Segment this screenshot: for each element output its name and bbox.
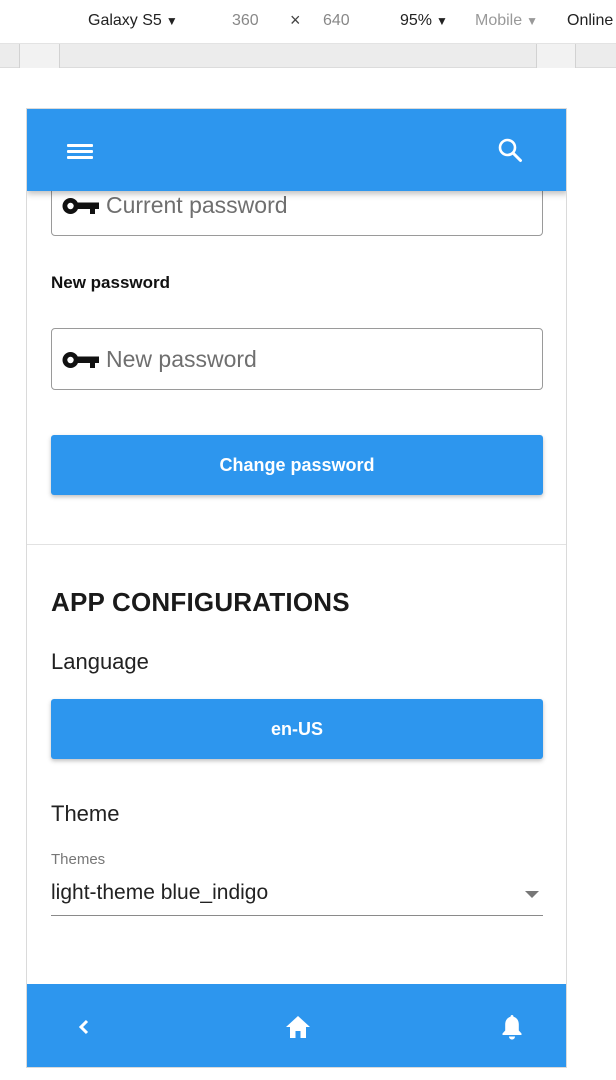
caret-down-icon: ▼ [165,14,178,28]
new-password-label: New password [51,273,171,292]
device-viewport: New password Change password APP CONFIGU… [26,108,567,1068]
dimension-separator: × [290,10,301,30]
viewport-height[interactable]: 640 [323,12,350,30]
device-name: Galaxy S5 [88,12,162,29]
theme-label: Theme [51,801,120,826]
language-label: Language [51,649,149,674]
throttle-value: Mobile [475,12,523,29]
device-select[interactable]: Galaxy S5 ▼ [88,12,178,30]
chevron-left-icon[interactable] [69,1012,99,1042]
theme-select-value: light-theme blue_indigo [51,881,269,904]
select-underline [51,915,543,916]
network-select[interactable]: Online [567,12,613,30]
themes-float-label: Themes [51,851,106,868]
zoom-select[interactable]: 95% ▼ [400,12,448,30]
throttle-select[interactable]: Mobile ▼ [475,12,538,30]
current-password-input[interactable] [106,185,526,225]
devtools-toolbar: Galaxy S5 ▼ 360 × 640 95% ▼ Mobile ▼ Online [0,0,616,44]
app-header [27,109,566,191]
change-password-button[interactable]: Change password [51,435,543,495]
menu-icon[interactable] [67,141,93,161]
home-icon[interactable] [283,1012,313,1042]
ruler-segment[interactable] [536,44,576,68]
new-password-input[interactable] [106,339,526,379]
key-icon [62,198,99,214]
language-button[interactable]: en-US [51,699,543,759]
zoom-value: 95% [400,12,433,29]
media-query-ruler [0,44,616,68]
caret-down-icon: ▼ [526,14,539,28]
dropdown-arrow-icon [525,891,539,898]
section-divider [27,544,566,545]
ruler-segment[interactable] [20,44,60,68]
viewport-width[interactable]: 360 [232,12,259,30]
bottom-nav [27,984,566,1067]
search-icon[interactable] [497,137,523,163]
app-configurations-title: APP CONFIGURATIONS [51,587,350,617]
new-password-field[interactable] [51,328,543,390]
ruler-segment[interactable] [0,44,20,68]
key-icon [62,352,99,368]
bell-icon[interactable] [497,1012,527,1042]
theme-select[interactable]: Themes light-theme blue_indigo [51,851,543,917]
caret-down-icon: ▼ [436,14,448,28]
